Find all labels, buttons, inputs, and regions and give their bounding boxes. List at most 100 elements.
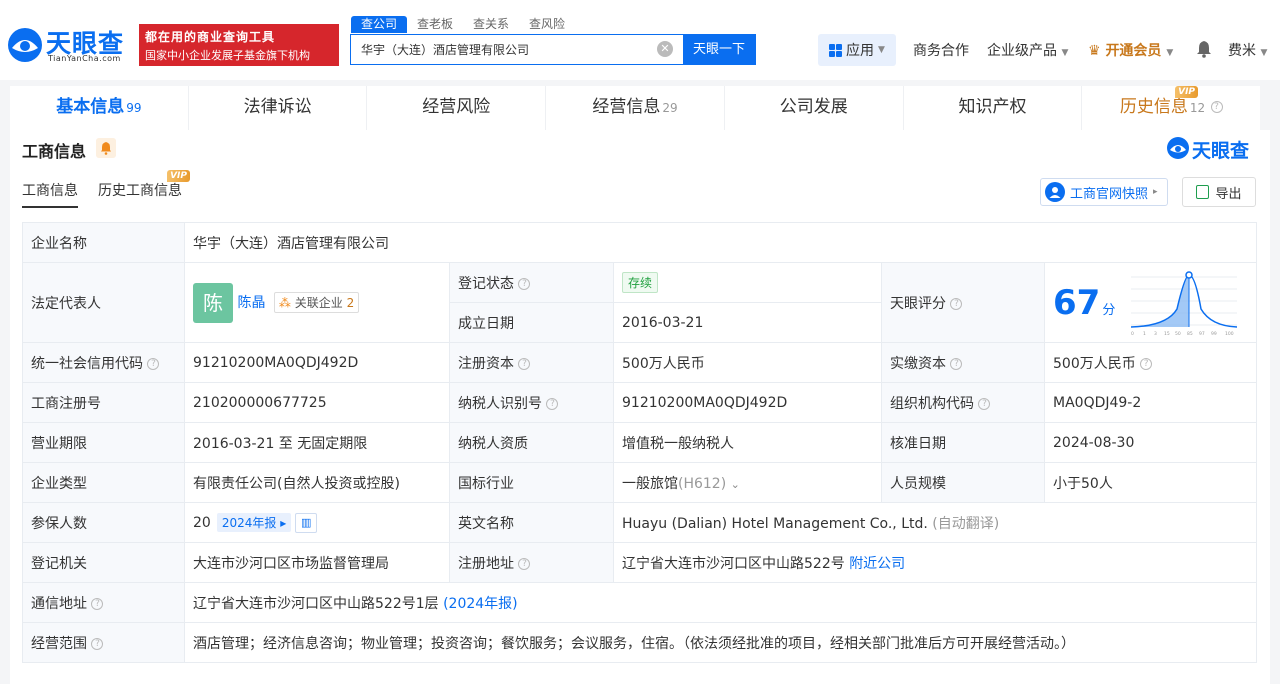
company-type: 有限责任公司(自然人投资或控股): [184, 462, 450, 503]
field-label: 实缴资本: [890, 355, 946, 372]
nav-enterprise-products[interactable]: 企业级产品 ▼: [987, 40, 1068, 60]
help-icon[interactable]: ?: [1210, 101, 1223, 113]
search-tab-risk[interactable]: 查风险: [519, 16, 575, 33]
promo-line1: 都在用的商业查询工具: [145, 30, 276, 44]
help-icon[interactable]: ?: [518, 277, 531, 290]
chevron-down-icon: ▼: [1061, 48, 1069, 58]
user-menu[interactable]: 费米 ▼: [1228, 40, 1267, 60]
search-box: ✕ 天眼一下: [350, 34, 756, 65]
field-label: 企业名称: [22, 222, 185, 263]
search-tab-boss[interactable]: 查老板: [407, 16, 463, 33]
annual-report-year-button[interactable]: 2024年报 ▸: [216, 512, 292, 532]
tab-label: 历史信息: [1119, 97, 1188, 117]
sub-tab-business-info[interactable]: 工商信息: [22, 180, 78, 208]
table-row: 参保人数 20 2024年报 ▸ ▥ 英文名称 Huayu (Dalian) Hot…: [22, 502, 1258, 543]
tab-legal[interactable]: 法律诉讼: [189, 86, 368, 130]
app-menu-button[interactable]: 应用 ▼: [818, 34, 896, 66]
field-label: 登记机关: [22, 542, 185, 583]
table-row: 统一社会信用代码 ? 91210200MA0QDJ492D 注册资本 ? 500…: [22, 342, 1258, 383]
subscribe-bell-icon[interactable]: [96, 138, 116, 158]
help-icon[interactable]: ?: [518, 557, 531, 570]
related-count: 2: [346, 295, 355, 310]
score-unit: 分: [1102, 302, 1116, 318]
svg-text:85: 85: [1187, 331, 1193, 337]
help-icon[interactable]: ?: [978, 397, 991, 410]
section-title: 工商信息: [22, 142, 87, 161]
search-button[interactable]: 天眼一下: [683, 35, 755, 64]
registration-number: 210200000677725: [184, 382, 450, 423]
field-label-with-help: 登记状态 ?: [449, 262, 614, 303]
field-label: 企业类型: [22, 462, 185, 503]
tianyancha-logo[interactable]: 天眼查 TianYanCha.com: [6, 24, 134, 66]
bar-chart-icon[interactable]: ▥: [295, 512, 318, 533]
table-row: 法定代表人 陈 陈晶 ⁂ 关联企业 2 登记状态 ? 存续 天眼评分 ? 67 分: [22, 262, 1258, 343]
english-name-cell: Huayu (Dalian) Hotel Management Co., Ltd…: [612, 502, 1258, 543]
field-label-with-help: 组织机构代码 ?: [881, 382, 1045, 423]
field-label: 人员规模: [881, 462, 1045, 503]
search-tab-relation[interactable]: 查关系: [463, 16, 519, 33]
logo-mark-icon: [1167, 137, 1189, 159]
snapshot-label: 工商官网快照: [1070, 186, 1149, 202]
help-icon[interactable]: ?: [950, 297, 963, 310]
table-row: 营业期限 2016-03-21 至 无固定期限 纳税人资质 增值税一般纳税人 核…: [22, 422, 1258, 463]
nav-open-vip[interactable]: ♛ 开通会员 ▼: [1088, 40, 1173, 60]
export-button[interactable]: 导出: [1182, 177, 1256, 207]
promo-banner[interactable]: 都在用的商业查询工具 国家中小企业发展子基金旗下机构: [139, 24, 339, 66]
field-label-with-help: 注册资本 ?: [449, 342, 614, 383]
field-label-with-help: 通信地址 ?: [22, 582, 185, 623]
registration-authority: 大连市沙河口区市场监督管理局: [184, 542, 450, 583]
sub-tab-history-business-info[interactable]: 历史工商信息 VIP: [98, 170, 190, 208]
related-companies-tag[interactable]: ⁂ 关联企业 2: [273, 291, 360, 313]
nav-business-cooperation[interactable]: 商务合作: [913, 40, 969, 60]
tab-history-info[interactable]: VIP 历史信息 12 ?: [1082, 86, 1260, 130]
search-tab-company[interactable]: 查公司: [351, 16, 408, 33]
help-icon[interactable]: ?: [518, 357, 531, 370]
related-label: 关联企业: [294, 295, 343, 310]
help-icon[interactable]: ?: [950, 357, 963, 370]
field-label: 登记状态: [458, 275, 514, 292]
field-label-with-help: 天眼评分 ?: [881, 262, 1045, 343]
status-badge: 存续: [622, 272, 659, 293]
clear-icon[interactable]: ✕: [657, 41, 673, 57]
legal-rep-cell: 陈 陈晶 ⁂ 关联企业 2: [184, 262, 450, 343]
field-label: 注册地址: [458, 555, 514, 572]
field-label-with-help: 实缴资本 ?: [881, 342, 1045, 383]
tab-operation-risk[interactable]: 经营风险: [367, 86, 547, 130]
top-header: 天眼查 TianYanCha.com 都在用的商业查询工具 国家中小企业发展子基…: [0, 0, 1280, 80]
tab-operation-info[interactable]: 经营信息 29: [546, 86, 725, 130]
tab-intellectual-property[interactable]: 知识产权: [904, 86, 1083, 130]
field-label: 英文名称: [449, 502, 614, 543]
svg-text:100: 100: [1225, 331, 1234, 337]
tab-company-development[interactable]: 公司发展: [725, 86, 904, 130]
business-info-table: 企业名称 华宇（大连）酒店管理有限公司 法定代表人 陈 陈晶 ⁂ 关联企业 2 …: [22, 222, 1258, 663]
main-tabs: 基本信息 99 法律诉讼 经营风险 经营信息 29 公司发展 知识产权 VIP 历史信…: [10, 86, 1260, 130]
legal-rep-link[interactable]: 陈晶: [237, 295, 265, 311]
help-icon[interactable]: ?: [147, 357, 160, 370]
mail-address-year-link[interactable]: (2024年报): [443, 596, 518, 612]
help-icon[interactable]: ?: [91, 637, 104, 650]
help-icon[interactable]: ?: [1140, 357, 1153, 370]
search-input[interactable]: [351, 35, 657, 64]
nearby-companies-link[interactable]: 附近公司: [849, 556, 905, 572]
svg-text:1: 1: [1143, 331, 1146, 337]
avatar[interactable]: 陈: [193, 282, 233, 323]
registered-capital: 500万人民币: [613, 342, 882, 383]
table-row: 企业类型 有限责任公司(自然人投资或控股) 国标行业 一般旅馆(H612) ⌄ …: [22, 462, 1258, 503]
field-label: 通信地址: [31, 595, 87, 612]
field-label: 国标行业: [449, 462, 614, 503]
tab-label: 知识产权: [958, 97, 1027, 117]
vip-badge: VIP: [167, 170, 190, 182]
industry-cell[interactable]: 一般旅馆(H612) ⌄: [613, 462, 882, 503]
nav-open-vip-label: 开通会员: [1105, 43, 1162, 59]
field-label: 注册资本: [458, 355, 514, 372]
svg-text:0: 0: [1131, 331, 1134, 337]
help-icon[interactable]: ?: [91, 597, 104, 610]
score-cell[interactable]: 67 分 0 1 3 15 50 85 97 99 100: [1043, 262, 1258, 343]
app-grid-icon: [829, 43, 843, 57]
tab-basic-info[interactable]: 基本信息 99: [10, 86, 189, 130]
export-label: 导出: [1215, 186, 1242, 202]
help-icon[interactable]: ?: [546, 397, 559, 410]
tab-label: 基本信息: [56, 97, 125, 117]
bell-icon[interactable]: [1196, 40, 1212, 58]
official-snapshot-button[interactable]: 工商官网快照 ▸: [1040, 178, 1168, 206]
